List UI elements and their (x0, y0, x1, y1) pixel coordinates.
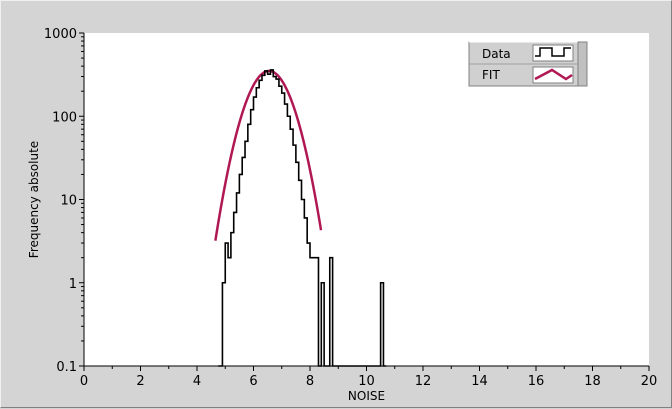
x-tick-label: 2 (136, 374, 144, 389)
x-tick-label: 18 (584, 374, 601, 389)
y-tick-label: 0.1 (56, 360, 77, 375)
x-tick-label: 10 (358, 374, 375, 389)
x-tick-label: 16 (528, 374, 545, 389)
chart-panel: 0 2 4 6 8 10 12 14 16 18 20 1000 100 10 1 0.1 NOISE Frequ… (0, 0, 672, 408)
legend-scroll-edge (577, 41, 588, 87)
legend-label-data: Data (482, 47, 511, 61)
y-tick-label: 1 (69, 277, 77, 292)
x-tick-label: 8 (306, 374, 314, 389)
y-tick-label: 100 (52, 110, 77, 125)
x-tick-label: 4 (193, 374, 201, 389)
y-axis-title: Frequency absolute (27, 141, 41, 258)
x-axis-title: NOISE (348, 389, 385, 403)
x-tick-label: 6 (249, 374, 257, 389)
histogram-chart: 0 2 4 6 8 10 12 14 16 18 20 1000 100 10 1 0.1 NOISE Frequ… (27, 27, 658, 403)
x-tick-label: 12 (415, 374, 432, 389)
x-tick-label: 14 (471, 374, 488, 389)
legend[interactable]: Data FIT (468, 41, 588, 87)
x-tick-label: 0 (80, 374, 88, 389)
y-tick-label: 1000 (44, 27, 77, 42)
y-tick-label: 10 (60, 194, 77, 209)
legend-label-fit: FIT (482, 68, 500, 82)
x-tick-label: 20 (641, 374, 658, 389)
